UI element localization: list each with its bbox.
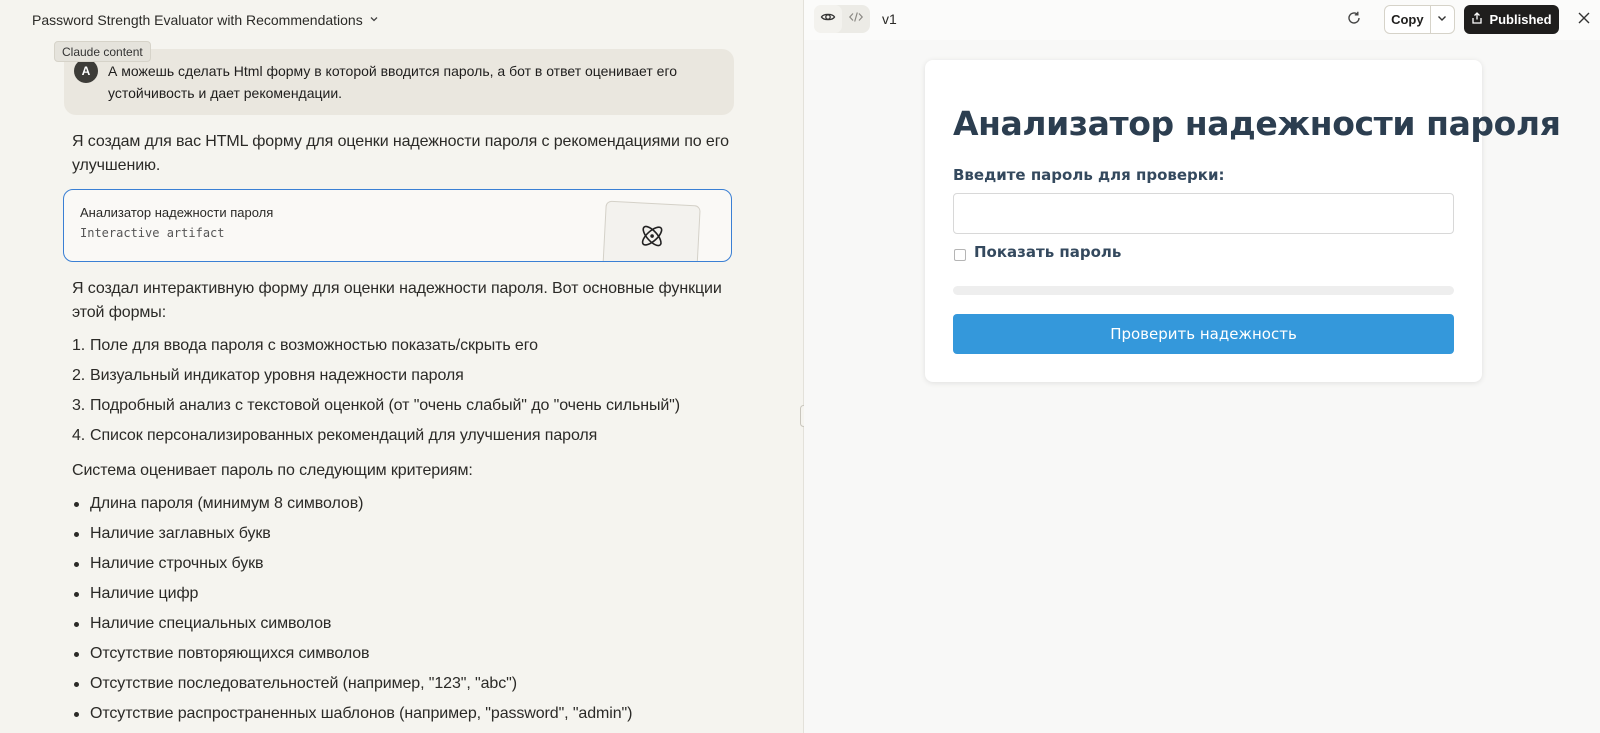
list-item: 2. Визуальный индикатор уровня надежности… xyxy=(72,367,464,384)
preview-tab[interactable] xyxy=(814,5,842,33)
user-message-text: А можешь сделать Html форму в которой вв… xyxy=(108,63,678,101)
version-label[interactable]: v1 xyxy=(882,11,897,27)
view-toggle xyxy=(814,5,870,33)
strength-meter xyxy=(953,286,1454,295)
eye-icon xyxy=(820,9,836,30)
assistant-intro: Я создам для вас HTML форму для оценки н… xyxy=(72,133,729,174)
artifact-subtitle: Interactive artifact xyxy=(80,226,225,240)
list-item: Отсутствие повторяющихся символов xyxy=(72,639,772,669)
avatar: A xyxy=(74,59,98,83)
criteria-list: Длина пароля (минимум 8 символов) Наличи… xyxy=(72,489,772,729)
artifact-title: Анализатор надежности пароля xyxy=(80,205,274,220)
share-icon xyxy=(1471,12,1483,27)
list-item: 4. Список персонализированных рекомендаци… xyxy=(72,427,598,444)
artifact-preview: Анализатор надежности пароля Введите пар… xyxy=(925,60,1561,382)
list-item: Наличие специальных символов xyxy=(72,609,772,639)
criteria-intro: Система оценивает пароль по следующим кр… xyxy=(72,462,473,479)
refresh-icon xyxy=(1346,10,1362,31)
published-button[interactable]: Published xyxy=(1464,5,1559,34)
list-item: Отсутствие распространенных шаблонов (на… xyxy=(72,699,772,729)
list-item: Отсутствие последовательностей (например… xyxy=(72,669,772,699)
conversation-title: Password Strength Evaluator with Recomme… xyxy=(32,12,363,28)
show-password-label: Показать пароль xyxy=(974,243,1122,261)
code-icon xyxy=(848,9,864,30)
chat-pane: Password Strength Evaluator with Recomme… xyxy=(0,0,803,733)
artifact-panel: v1 Copy Published Анализатор надежности … xyxy=(804,0,1600,733)
features-intro: Я создал интерактивную форму для оценки … xyxy=(72,280,722,321)
features-list: 1. Поле для ввода пароля с возможностью п… xyxy=(72,331,772,451)
chevron-down-icon xyxy=(369,14,379,27)
password-label: Введите пароль для проверки: xyxy=(953,166,1225,184)
password-input[interactable] xyxy=(953,193,1454,234)
atom-icon xyxy=(637,221,667,255)
list-item: 3. Подробный анализ с текстовой оценкой (… xyxy=(72,397,680,414)
copy-options-button[interactable] xyxy=(1431,6,1454,33)
copy-button[interactable]: Copy xyxy=(1385,6,1431,33)
show-password-checkbox[interactable] xyxy=(954,249,966,261)
artifact-card[interactable]: Анализатор надежности пароля Interactive… xyxy=(63,189,732,262)
artifact-toolbar: v1 Copy Published xyxy=(804,0,1600,40)
chevron-down-icon xyxy=(1436,11,1448,29)
preview-title: Анализатор надежности пароля xyxy=(953,104,1561,143)
user-message: A А можешь сделать Html форму в которой … xyxy=(64,49,734,115)
check-strength-button[interactable]: Проверить надежность xyxy=(953,314,1454,354)
list-item: Наличие заглавных букв xyxy=(72,519,772,549)
list-item: Наличие строчных букв xyxy=(72,549,772,579)
close-button[interactable] xyxy=(1572,8,1596,32)
list-item: Длина пароля (минимум 8 символов) xyxy=(72,489,772,519)
close-icon xyxy=(1577,11,1591,30)
copy-button-group: Copy xyxy=(1384,5,1455,34)
published-label: Published xyxy=(1489,12,1552,27)
list-item: Наличие цифр xyxy=(72,579,772,609)
code-tab[interactable] xyxy=(842,5,870,33)
conversation-title-menu[interactable]: Password Strength Evaluator with Recomme… xyxy=(32,10,379,30)
refresh-button[interactable] xyxy=(1342,8,1366,32)
artifact-thumbnail xyxy=(602,200,701,261)
list-item: 1. Поле для ввода пароля с возможностью п… xyxy=(72,337,538,354)
tooltip: Claude content xyxy=(54,41,151,62)
